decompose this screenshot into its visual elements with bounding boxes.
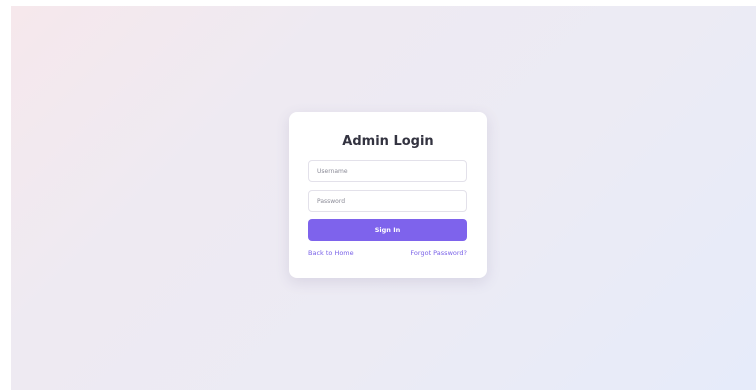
back-to-home-link[interactable]: Back to Home xyxy=(308,249,354,258)
forgot-password-link[interactable]: Forgot Password? xyxy=(410,249,467,258)
login-title: Admin Login xyxy=(342,134,434,149)
login-card: Admin Login Sign In Back to Home Forgot … xyxy=(289,112,487,278)
page-background: Admin Login Sign In Back to Home Forgot … xyxy=(11,6,756,390)
sign-in-button[interactable]: Sign In xyxy=(308,219,467,241)
username-input[interactable] xyxy=(308,160,467,182)
password-input[interactable] xyxy=(308,190,467,212)
